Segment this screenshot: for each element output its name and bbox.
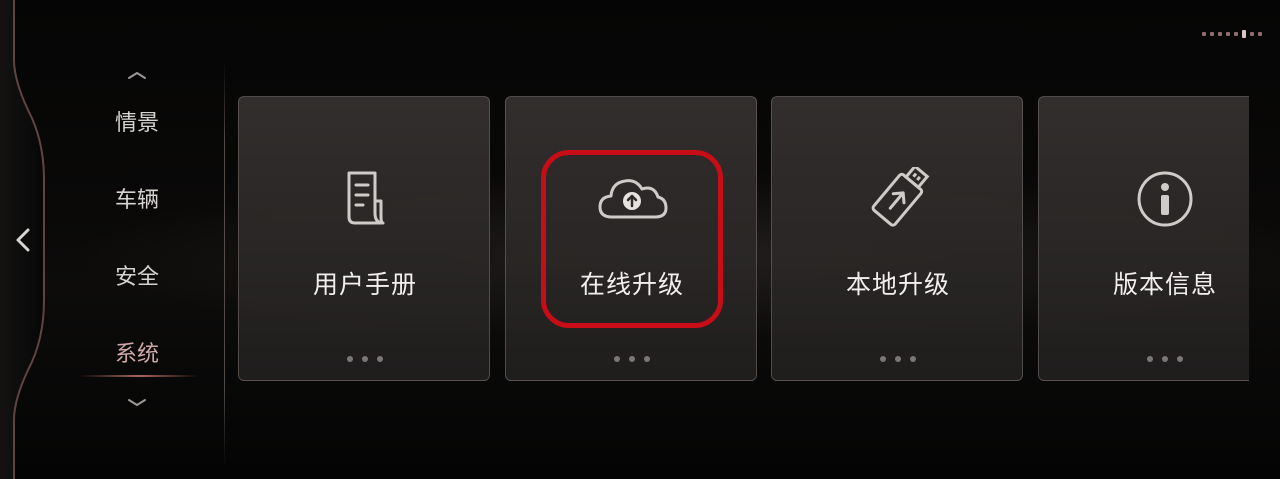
chevron-up-icon[interactable] bbox=[124, 68, 150, 82]
page-dot bbox=[1218, 32, 1222, 36]
more-dots-icon[interactable] bbox=[347, 356, 383, 362]
side-nav: 情景 车辆 安全 系统 bbox=[70, 60, 204, 420]
page-dot bbox=[1250, 32, 1254, 36]
page-dot bbox=[1258, 32, 1262, 36]
system-settings-screen: 情景 车辆 安全 系统 用户手册 在线升级 本地升级 版本信息 bbox=[0, 0, 1280, 479]
page-dot-active bbox=[1242, 30, 1246, 38]
card-label: 本地升级 bbox=[845, 270, 950, 299]
usb-upload-icon bbox=[871, 167, 930, 227]
cloud-upload-icon bbox=[598, 179, 668, 219]
card-label: 在线升级 bbox=[579, 270, 684, 299]
system-cards: 用户手册 在线升级 本地升级 版本信息 bbox=[238, 96, 1249, 384]
nav-item-system[interactable]: 系统 bbox=[70, 335, 204, 375]
page-indicator bbox=[1202, 30, 1262, 38]
more-dots-icon[interactable] bbox=[614, 356, 650, 362]
page-dot bbox=[1226, 32, 1230, 36]
card-label: 版本信息 bbox=[1112, 270, 1217, 299]
chevron-down-icon[interactable] bbox=[124, 396, 150, 410]
card-online-upgrade[interactable]: 在线升级 bbox=[505, 96, 757, 381]
card-version-info[interactable]: 版本信息 bbox=[1038, 96, 1249, 381]
nav-item-vehicle[interactable]: 车辆 bbox=[70, 181, 204, 221]
more-dots-icon[interactable] bbox=[880, 356, 916, 362]
back-chevron-icon[interactable] bbox=[6, 222, 40, 258]
card-user-manual[interactable]: 用户手册 bbox=[238, 96, 490, 381]
page-dot bbox=[1210, 32, 1214, 36]
nav-item-safety[interactable]: 安全 bbox=[70, 258, 204, 298]
info-icon bbox=[1137, 171, 1193, 227]
nav-active-indicator bbox=[80, 375, 198, 377]
page-dot bbox=[1234, 32, 1238, 36]
nav-divider bbox=[224, 62, 225, 466]
nav-item-scenario[interactable]: 情景 bbox=[70, 104, 204, 144]
document-icon bbox=[347, 171, 385, 225]
card-local-upgrade[interactable]: 本地升级 bbox=[771, 96, 1023, 381]
more-dots-icon[interactable] bbox=[1147, 356, 1183, 362]
card-label: 用户手册 bbox=[312, 270, 417, 299]
page-dot bbox=[1202, 32, 1206, 36]
